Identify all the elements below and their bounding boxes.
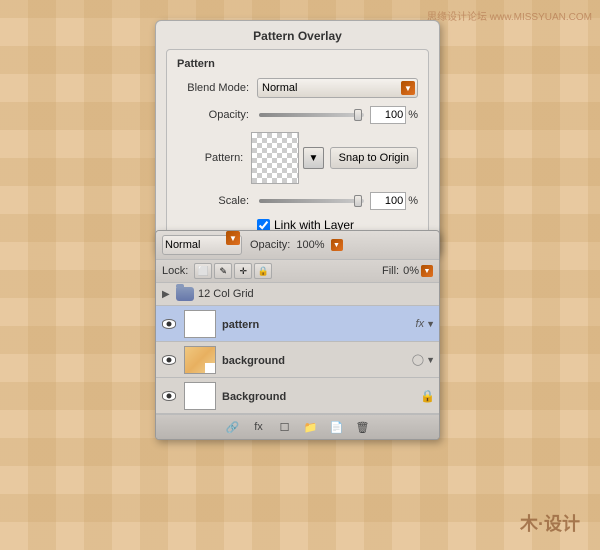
lock-position-button[interactable]: ✛ [234, 263, 252, 279]
layers-panel: Normal Multiply Screen ▼ Opacity: 100% ▼… [155, 230, 440, 440]
pattern-label: Pattern: [177, 152, 251, 164]
eye-icon [162, 391, 176, 401]
layer-name: background [222, 355, 285, 367]
add-mask-button[interactable]: ☐ [276, 419, 294, 435]
layers-opacity-arrow-icon[interactable]: ▼ [331, 239, 343, 251]
visibility-eye-icon[interactable] [156, 355, 182, 365]
opacity-slider-thumb[interactable] [354, 109, 362, 121]
folder-icon [176, 287, 194, 301]
layers-fill-arrow-icon[interactable]: ▼ [421, 265, 433, 277]
layer-row[interactable]: background ◯ ▼ [156, 342, 439, 378]
snap-to-origin-button[interactable]: Snap to Origin [330, 147, 418, 169]
thumb-white [185, 383, 215, 409]
opacity-row: Opacity: % [177, 106, 418, 124]
panel-section: Pattern Blend Mode: Normal Dissolve Mult… [166, 49, 429, 243]
fx-badge: fx [416, 318, 425, 330]
layers-fill-label: Fill: [382, 265, 399, 277]
opacity-input[interactable] [370, 106, 406, 124]
blend-mode-label: Blend Mode: [177, 82, 257, 94]
new-layer-button[interactable]: 📄 [328, 419, 346, 435]
visibility-eye-icon[interactable] [156, 391, 182, 401]
thumb-bg-mask [205, 363, 215, 373]
eye-icon [162, 355, 176, 365]
layer-thumbnail [184, 346, 216, 374]
layer-row[interactable]: pattern fx ▼ [156, 306, 439, 342]
layers-lock-label: Lock: [162, 265, 188, 277]
layer-name: pattern [222, 319, 259, 331]
layer-info: Background [218, 389, 420, 403]
delete-layer-button[interactable]: 🗑 [354, 419, 372, 435]
blend-mode-select[interactable]: Normal Dissolve Multiply Screen [257, 78, 418, 98]
panel-title: Pattern Overlay [166, 29, 429, 43]
blend-mode-select-wrapper[interactable]: Normal Dissolve Multiply Screen ▼ [257, 78, 418, 98]
layers-footer: 🔗 fx ☐ 📁 📄 🗑 [156, 414, 439, 439]
blend-mode-row: Blend Mode: Normal Dissolve Multiply Scr… [177, 78, 418, 98]
scale-row: Scale: % [177, 192, 418, 210]
lock-all-button[interactable]: 🔒 [254, 263, 272, 279]
new-group-button[interactable]: 📁 [302, 419, 320, 435]
visibility-eye-icon[interactable] [156, 319, 182, 329]
watermark: 思缘设计论坛 www.MISSYUAN.COM [427, 8, 592, 23]
layer-group-row: ▶ 12 Col Grid [156, 283, 439, 306]
layer-circle-icon: ◯ [412, 353, 424, 366]
layers-opacity-label: Opacity: [250, 239, 290, 251]
layers-topbar: Normal Multiply Screen ▼ Opacity: 100% ▼ [156, 231, 439, 260]
scale-label: Scale: [177, 195, 257, 207]
pattern-picker-button[interactable]: ▼ [303, 147, 323, 169]
pattern-row: Pattern: ▼ Snap to Origin [177, 132, 418, 184]
fx-expand-arrow-icon[interactable]: ▼ [426, 319, 435, 329]
group-label: 12 Col Grid [198, 288, 433, 300]
thumb-white [185, 311, 215, 337]
layer-thumbnail [184, 382, 216, 410]
layer-row[interactable]: Background 🔒 [156, 378, 439, 414]
link-layers-button[interactable]: 🔗 [224, 419, 242, 435]
layer-right: fx ▼ [416, 318, 439, 330]
layers-fill-value: 0% [403, 265, 419, 277]
layers-toolbar: Lock: ⬜ ✎ ✛ 🔒 Fill: 0% ▼ [156, 260, 439, 283]
signature: 木·设计 [520, 510, 580, 536]
layer-thumbnail [184, 310, 216, 338]
layer-info: pattern [218, 317, 416, 331]
layer-right: ◯ ▼ [412, 353, 439, 366]
scale-input[interactable] [370, 192, 406, 210]
layers-mode-wrapper[interactable]: Normal Multiply Screen ▼ [162, 235, 242, 255]
lock-icon: 🔒 [420, 389, 435, 403]
layer-right-arrow-icon[interactable]: ▼ [426, 355, 435, 365]
scale-slider-thumb[interactable] [354, 195, 362, 207]
thumb-bg [185, 347, 215, 373]
group-expand-arrow-icon[interactable]: ▶ [162, 289, 172, 300]
opacity-slider-track[interactable] [259, 113, 364, 117]
scale-percent: % [408, 195, 418, 207]
eye-icon [162, 319, 176, 329]
layer-name: Background [222, 391, 286, 403]
layer-info: background [218, 353, 412, 367]
opacity-percent: % [408, 109, 418, 121]
lock-move-button[interactable]: ✎ [214, 263, 232, 279]
layer-right: 🔒 [420, 389, 439, 403]
lock-image-button[interactable]: ⬜ [194, 263, 212, 279]
pattern-preview[interactable] [251, 132, 299, 184]
layers-opacity-value: 100% [296, 239, 324, 251]
opacity-label: Opacity: [177, 109, 257, 121]
section-title: Pattern [177, 58, 418, 70]
layers-mode-select[interactable]: Normal Multiply Screen [162, 235, 242, 255]
add-fx-button[interactable]: fx [250, 419, 268, 435]
scale-slider-track[interactable] [259, 199, 364, 203]
pattern-overlay-panel: Pattern Overlay Pattern Blend Mode: Norm… [155, 20, 440, 254]
